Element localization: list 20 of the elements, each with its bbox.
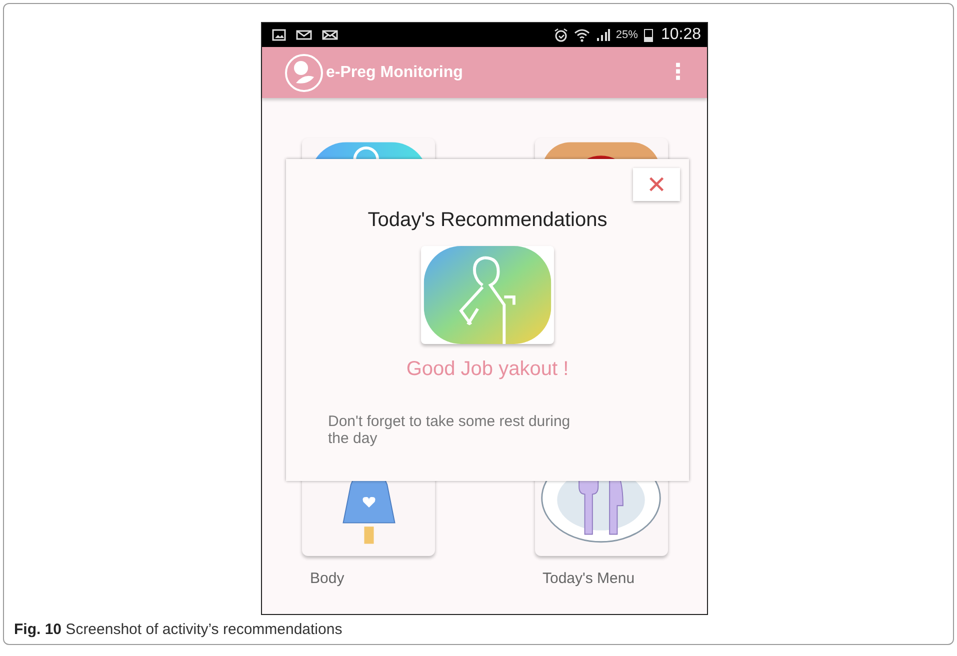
battery-icon [644, 28, 653, 42]
overflow-menu-button[interactable]: ⋮ [663, 60, 693, 85]
close-button[interactable]: ✕ [633, 168, 680, 201]
signal-icon [596, 28, 610, 42]
wifi-icon [574, 28, 590, 42]
clock-time: 10:28 [660, 26, 701, 44]
tile-label: Body [309, 570, 344, 587]
dialog-title: Today's Recommendations [368, 209, 608, 232]
alarm-icon [554, 28, 568, 42]
mail-icon [322, 29, 338, 41]
runner-icon [421, 246, 554, 344]
battery-percent: 25% [616, 29, 638, 41]
greeting-text: Good Job yakout ! [406, 358, 569, 381]
app-logo-icon [284, 52, 324, 92]
image-icon [272, 29, 286, 41]
recommendation-text: Don't forget to take some rest during the day [328, 413, 572, 447]
mail-icon [296, 29, 312, 41]
tile-label: Today's Menu [542, 570, 635, 587]
figure-caption: Fig. 10 Screenshot of activity’s recommendations [14, 621, 342, 638]
app-title: e-Preg Monitoring [326, 64, 464, 82]
